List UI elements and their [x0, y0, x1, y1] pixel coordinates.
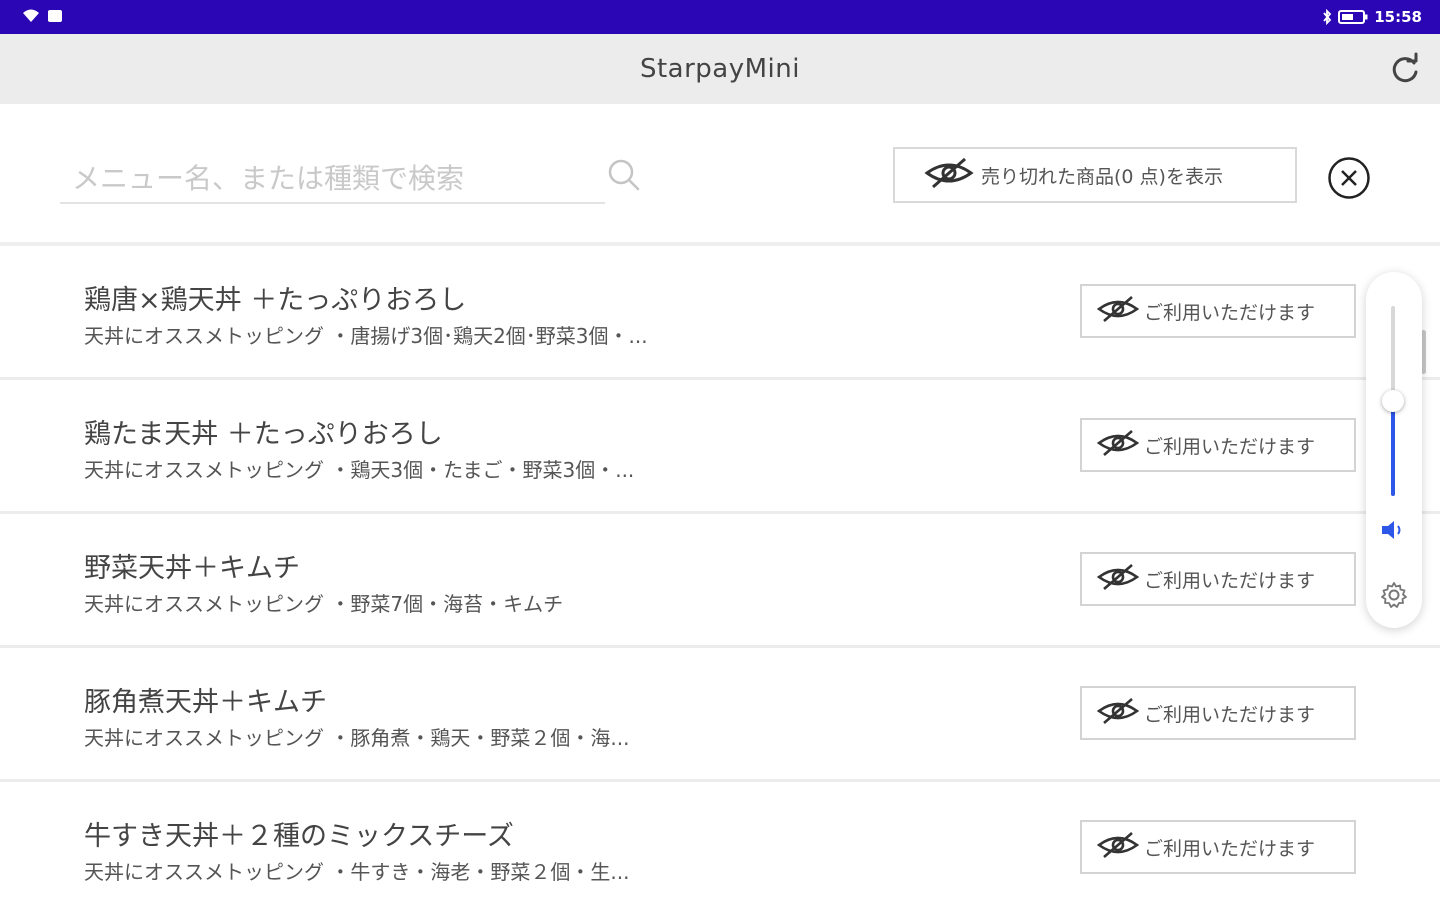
- menu-item-description: 天丼にオススメトッピング ・豚角煮・鶏天・野菜２個・海...: [84, 726, 630, 750]
- menu-item-description: 天丼にオススメトッピング ・鶏天3個・たまご・野菜3個・...: [84, 458, 635, 482]
- search-icon[interactable]: [605, 156, 643, 194]
- status-bar: 15:58: [0, 0, 1440, 34]
- availability-label: ご利用いただけます: [1144, 301, 1316, 324]
- availability-toggle-button[interactable]: ご利用いただけます: [1080, 418, 1356, 472]
- status-right-icons: 15:58: [1322, 8, 1422, 26]
- volume-panel: [1366, 272, 1422, 628]
- menu-item[interactable]: 鶏たま天丼 ＋たっぷりおろし 天丼にオススメトッピング ・鶏天3個・たまご・野菜…: [0, 380, 1440, 514]
- menu-item-description: 天丼にオススメトッピング ・牛すき・海老・野菜２個・生...: [84, 860, 630, 884]
- availability-toggle-button[interactable]: ご利用いただけます: [1080, 284, 1356, 338]
- app-bar: StarpayMini: [0, 34, 1440, 104]
- menu-item-name: 鶏たま天丼 ＋たっぷりおろし: [84, 419, 443, 450]
- menu-item-description: 天丼にオススメトッピング ・唐揚げ3個･鶏天2個･野菜3個・...: [84, 324, 648, 348]
- menu-item-description: 天丼にオススメトッピング ・野菜7個・海苔・キムチ: [84, 592, 564, 616]
- status-left-icons: [22, 8, 64, 24]
- menu-list: 鶏唐×鶏天丼 ＋たっぷりおろし 天丼にオススメトッピング ・唐揚げ3個･鶏天2個…: [0, 246, 1440, 900]
- battery-icon: [1338, 9, 1368, 25]
- availability-label: ご利用いただけます: [1144, 435, 1316, 458]
- search-input[interactable]: [60, 154, 605, 204]
- eye-off-icon: [923, 156, 975, 194]
- menu-item-name: 豚角煮天丼＋キムチ: [84, 687, 327, 718]
- eye-off-icon: [1096, 696, 1140, 730]
- status-time: 15:58: [1374, 8, 1422, 26]
- menu-item-name: 野菜天丼＋キムチ: [84, 553, 300, 584]
- eye-off-icon: [1096, 830, 1140, 864]
- refresh-button[interactable]: [1388, 52, 1422, 86]
- availability-label: ご利用いただけます: [1144, 837, 1316, 860]
- show-soldout-button[interactable]: 売り切れた商品(0 点)を表示: [893, 147, 1297, 203]
- search-area: 売り切れた商品(0 点)を表示: [0, 104, 1440, 244]
- menu-item[interactable]: 鶏唐×鶏天丼 ＋たっぷりおろし 天丼にオススメトッピング ・唐揚げ3個･鶏天2個…: [0, 246, 1440, 380]
- menu-item[interactable]: 野菜天丼＋キムチ 天丼にオススメトッピング ・野菜7個・海苔・キムチ ご利用いた…: [0, 514, 1440, 648]
- menu-item[interactable]: 豚角煮天丼＋キムチ 天丼にオススメトッピング ・豚角煮・鶏天・野菜２個・海...…: [0, 648, 1440, 782]
- availability-label: ご利用いただけます: [1144, 703, 1316, 726]
- sim-icon: [46, 8, 64, 24]
- eye-off-icon: [1096, 562, 1140, 596]
- availability-toggle-button[interactable]: ご利用いただけます: [1080, 820, 1356, 874]
- show-soldout-label: 売り切れた商品(0 点)を表示: [981, 165, 1223, 188]
- volume-slider-thumb[interactable]: [1382, 390, 1404, 412]
- close-icon: [1327, 157, 1371, 204]
- menu-item[interactable]: 牛すき天丼＋２種のミックスチーズ 天丼にオススメトッピング ・牛すき・海老・野菜…: [0, 782, 1440, 900]
- availability-label: ご利用いただけます: [1144, 569, 1316, 592]
- settings-icon[interactable]: [1379, 580, 1409, 610]
- availability-toggle-button[interactable]: ご利用いただけます: [1080, 552, 1356, 606]
- close-search-button[interactable]: [1327, 156, 1371, 200]
- eye-off-icon: [1096, 294, 1140, 328]
- menu-item-name: 鶏唐×鶏天丼 ＋たっぷりおろし: [84, 285, 467, 316]
- refresh-icon: [1388, 52, 1422, 90]
- volume-icon[interactable]: [1380, 518, 1408, 542]
- menu-item-name: 牛すき天丼＋２種のミックスチーズ: [84, 821, 514, 852]
- volume-fill: [1391, 401, 1395, 496]
- bluetooth-icon: [1322, 9, 1332, 25]
- app-title: StarpayMini: [639, 54, 800, 84]
- eye-off-icon: [1096, 428, 1140, 462]
- availability-toggle-button[interactable]: ご利用いただけます: [1080, 686, 1356, 740]
- wifi-icon: [22, 8, 40, 24]
